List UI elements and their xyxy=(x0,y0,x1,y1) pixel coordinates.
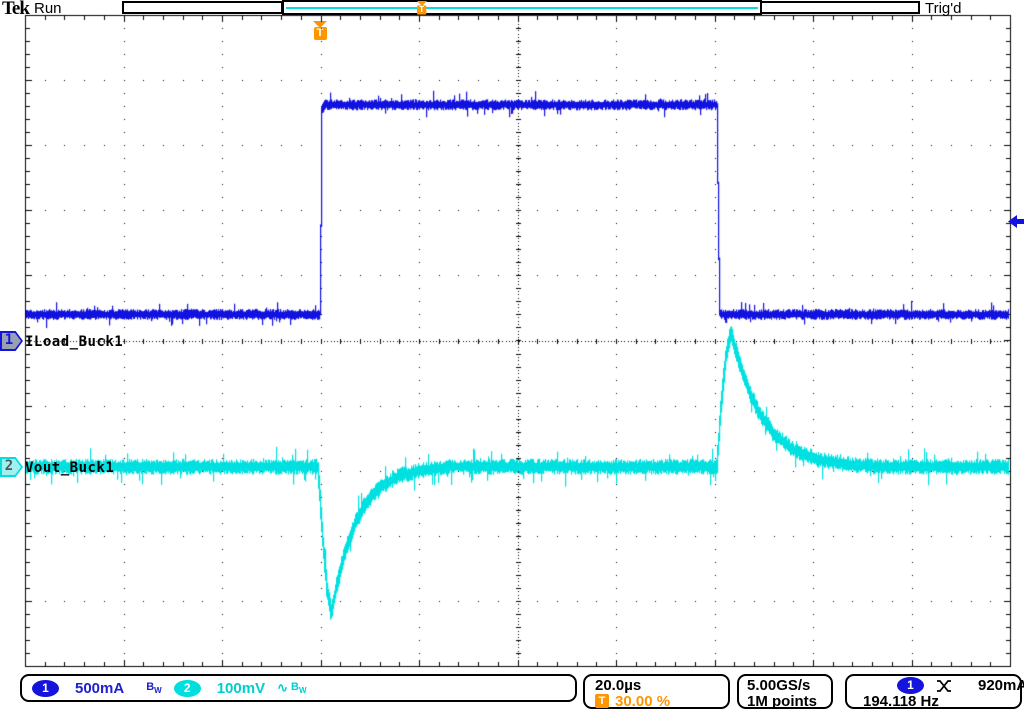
channel2-badge[interactable]: 2 xyxy=(174,680,201,697)
channel1-bandwidth-icon: BW xyxy=(146,681,162,695)
trigger-slope-either-icon xyxy=(936,679,952,692)
timebase-scale: 20.0µs xyxy=(595,677,728,693)
timebase-readout[interactable]: 20.0µs T 30.00 % xyxy=(583,674,730,709)
channel-scale-readout[interactable]: 1 500mA BW 2 100mV ∿ BW xyxy=(20,674,577,702)
channel2-marker-number: 2 xyxy=(2,458,16,474)
trigger-position-percent: 30.00 % xyxy=(615,693,670,710)
channel1-marker-number: 1 xyxy=(2,332,16,348)
sample-rate: 5.00GS/s xyxy=(747,677,831,693)
trigger-level: 920mA xyxy=(978,677,1024,694)
channel2-scale: 100mV xyxy=(217,680,265,697)
channel2-ac-coupling-icon: ∿ xyxy=(277,680,288,696)
channel2-reference-marker[interactable]: 2 xyxy=(0,457,23,477)
trigger-source-badge: 1 xyxy=(897,677,924,694)
trigger-t-icon: T xyxy=(595,694,609,708)
record-length: 1M points xyxy=(747,693,831,709)
channel1-waveform-label: ILoad_Buck1 xyxy=(25,334,123,350)
trigger-level-arrow-icon[interactable] xyxy=(1008,215,1024,233)
acquisition-readout[interactable]: 5.00GS/s 1M points xyxy=(737,674,833,709)
waveform-display xyxy=(0,0,1024,713)
channel2-bandwidth-icon: BW xyxy=(291,681,307,695)
channel1-badge[interactable]: 1 xyxy=(32,680,59,697)
trigger-readout[interactable]: 1 920mA 194.118 Hz xyxy=(845,674,1022,709)
channel1-scale: 500mA xyxy=(75,680,124,697)
channel2-waveform-label: Vout_Buck1 xyxy=(25,460,114,476)
channel1-reference-marker[interactable]: 1 xyxy=(0,331,23,351)
trigger-frequency: 194.118 Hz xyxy=(855,693,1020,709)
